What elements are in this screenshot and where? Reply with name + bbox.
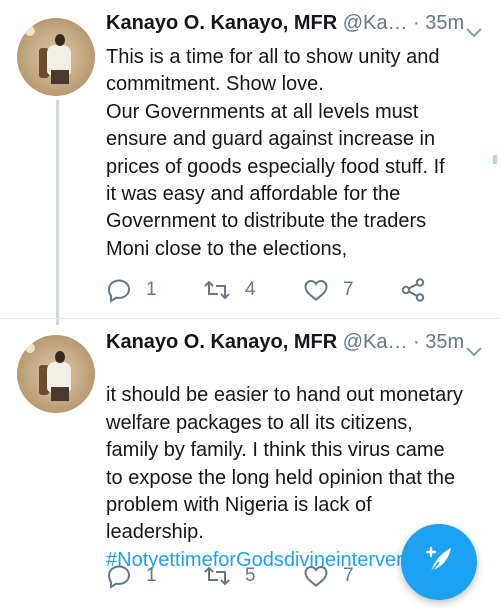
- author-name[interactable]: Kanayo O. Kanayo, MFR: [106, 331, 337, 353]
- reply-button[interactable]: 1: [106, 561, 157, 591]
- share-icon: [400, 277, 426, 303]
- share-button[interactable]: [400, 275, 426, 305]
- thread-connector: [56, 100, 59, 325]
- retweet-icon: [203, 564, 231, 588]
- retweet-icon: [203, 278, 231, 302]
- tweet-1[interactable]: Kanayo O. Kanayo, MFR @Ka… · 35m This is…: [0, 0, 500, 318]
- avatar[interactable]: [17, 18, 95, 96]
- tweet-text-content: it should be easier to hand out monetary…: [106, 384, 463, 544]
- retweet-button[interactable]: 4: [203, 275, 256, 305]
- author-handle[interactable]: @Ka…: [343, 331, 408, 353]
- avatar[interactable]: [17, 335, 95, 413]
- tweet-actions: 1 5 7: [106, 561, 436, 591]
- compose-tweet-icon: [419, 540, 459, 585]
- like-button[interactable]: 7: [303, 561, 354, 591]
- separator-dot: ·: [413, 331, 420, 353]
- reply-icon: [106, 563, 132, 589]
- retweet-count: 4: [245, 279, 256, 300]
- timestamp[interactable]: 35m: [425, 12, 464, 34]
- tweet-header: Kanayo O. Kanayo, MFR @Ka… · 35m: [106, 328, 482, 357]
- reply-icon: [106, 277, 132, 303]
- like-count: 7: [343, 279, 354, 300]
- retweet-count: 5: [245, 565, 256, 586]
- timestamp[interactable]: 35m: [425, 331, 464, 353]
- author-name[interactable]: Kanayo O. Kanayo, MFR: [106, 12, 337, 34]
- reply-count: 1: [146, 279, 157, 300]
- like-count: 7: [343, 565, 354, 586]
- reply-count: 1: [146, 565, 157, 586]
- compose-tweet-button[interactable]: [401, 524, 477, 600]
- heart-icon: [303, 564, 329, 588]
- like-button[interactable]: 7: [303, 275, 354, 305]
- tweet-header: Kanayo O. Kanayo, MFR @Ka… · 35m: [106, 9, 482, 38]
- chevron-down-icon[interactable]: [466, 18, 482, 46]
- scroll-indicator: [493, 155, 497, 164]
- reply-button[interactable]: 1: [106, 275, 157, 305]
- separator-dot: ·: [413, 12, 420, 34]
- tweet-actions: 1 4 7: [106, 275, 436, 305]
- heart-icon: [303, 278, 329, 302]
- tweet-text: This is a time for all to show unity and…: [106, 46, 445, 260]
- retweet-button[interactable]: 5: [203, 561, 256, 591]
- author-handle[interactable]: @Ka…: [343, 12, 408, 34]
